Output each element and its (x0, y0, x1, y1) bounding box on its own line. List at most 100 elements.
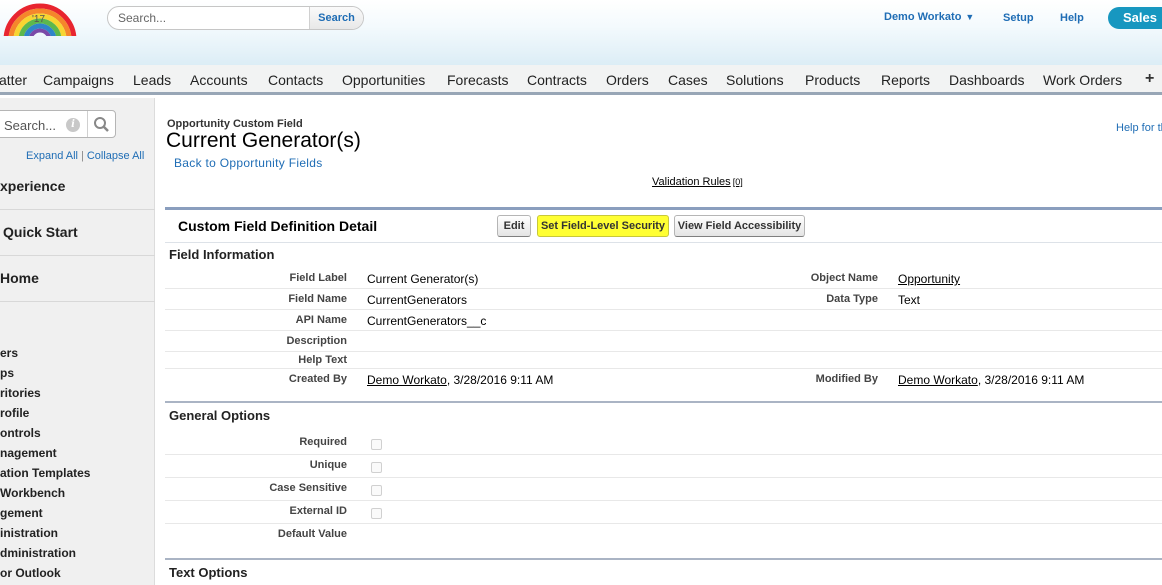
created-by-date: , 3/28/2016 9:11 AM (446, 373, 554, 387)
tab-dashboards[interactable]: Dashboards (949, 72, 1025, 88)
sidebar-section-lightning-experience[interactable]: xperience (0, 164, 155, 210)
info-icon[interactable]: i (66, 118, 80, 132)
validation-rules-link[interactable]: Validation Rules [0] (652, 176, 743, 188)
caret-down-icon: ▼ (965, 12, 975, 22)
validation-rules-count: [0] (732, 177, 743, 187)
required-checkbox (371, 439, 382, 450)
tab-cases[interactable]: Cases (668, 72, 708, 88)
sidebar-item-territories[interactable]: ritories (0, 386, 41, 400)
sidebar-item-workbench[interactable]: Workbench (0, 486, 65, 500)
tab-campaigns[interactable]: Campaigns (43, 72, 114, 88)
set-field-level-security-button[interactable]: Set Field-Level Security (537, 215, 669, 237)
detail-header: Custom Field Definition Detail Edit Set … (165, 210, 1162, 243)
tab-orders[interactable]: Orders (606, 72, 649, 88)
tab-products[interactable]: Products (805, 72, 860, 88)
created-by-user-link[interactable]: Demo Workato (367, 373, 447, 387)
setup-sidebar: i Expand All|Collapse All xperience Quic… (0, 98, 155, 585)
option-row: Required (165, 432, 1162, 455)
back-to-fields-link[interactable]: Back to Opportunity Fields (174, 156, 323, 170)
rainbow-logo[interactable]: '17 (2, 0, 78, 36)
object-name-label: Object Name (810, 272, 878, 284)
sidebar-search: i (0, 110, 116, 138)
tab-reports[interactable]: Reports (881, 72, 930, 88)
sidebar-item-controls[interactable]: ontrols (0, 426, 41, 440)
tab-opportunities[interactable]: Opportunities (342, 72, 425, 88)
tab-leads[interactable]: Leads (133, 72, 171, 88)
validation-rules-label: Validation Rules (652, 176, 731, 188)
global-search-input[interactable] (118, 11, 308, 25)
general-options-header: General Options (165, 401, 1162, 425)
user-menu-label: Demo Workato (884, 11, 962, 23)
case-sensitive-checkbox (371, 485, 382, 496)
sidebar-section-quick-start[interactable]: Quick Start (0, 210, 155, 256)
detail-title: Custom Field Definition Detail (178, 218, 378, 234)
tab-accounts[interactable]: Accounts (190, 72, 248, 88)
setup-link[interactable]: Setup (1003, 12, 1034, 24)
field-name-label: Field Name (288, 293, 347, 305)
user-menu[interactable]: Demo Workato ▼ (884, 11, 974, 23)
view-field-accessibility-button[interactable]: View Field Accessibility (674, 215, 805, 237)
tab-forecasts[interactable]: Forecasts (447, 72, 508, 88)
all-tabs-plus-icon[interactable]: + (1145, 70, 1154, 88)
section-title: Text Options (169, 565, 248, 580)
section-title: General Options (169, 408, 271, 423)
sidebar-item-outlook[interactable]: or Outlook (0, 566, 61, 580)
option-row: Case Sensitive (165, 478, 1162, 501)
sidebar-item-dministration[interactable]: dministration (0, 546, 76, 560)
sidebar-item-profile[interactable]: rofile (0, 406, 29, 420)
custom-field-detail: Custom Field Definition Detail Edit Set … (165, 207, 1162, 585)
description-label: Description (286, 335, 347, 347)
api-name-value: CurrentGenerators__c (367, 314, 487, 328)
sidebar-item-templates[interactable]: ation Templates (0, 466, 90, 480)
global-search-button[interactable]: Search (309, 7, 363, 29)
expand-all-link[interactable]: Expand All (26, 150, 78, 162)
link-separator: | (80, 150, 84, 162)
field-row: Help Text (165, 350, 1162, 369)
global-search: Search (107, 6, 364, 30)
data-type-label: Data Type (826, 293, 878, 305)
option-row: Default Value (165, 524, 1162, 547)
modified-by-value: Demo Workato, 3/28/2016 9:11 AM (898, 373, 1084, 387)
tab-solutions[interactable]: Solutions (726, 72, 784, 88)
page-title: Current Generator(s) (166, 129, 361, 152)
help-for-page-link[interactable]: Help for th (1116, 122, 1162, 134)
field-label-label: Field Label (289, 272, 347, 284)
field-row: Field Name CurrentGenerators Data Type T… (165, 289, 1162, 310)
field-information-header: Field Information (165, 245, 1162, 265)
sidebar-section-label: xperience (0, 178, 66, 194)
edit-button[interactable]: Edit (497, 215, 531, 237)
unique-checkbox (371, 462, 382, 473)
tab-chatter[interactable]: atter (0, 72, 27, 88)
external-id-checkbox (371, 508, 382, 519)
tab-work-orders[interactable]: Work Orders (1043, 72, 1122, 88)
help-link[interactable]: Help (1060, 12, 1084, 24)
sidebar-section-label: Home (0, 270, 39, 286)
collapse-all-link[interactable]: Collapse All (87, 150, 144, 162)
created-by-label: Created By (288, 373, 347, 385)
sidebar-item-administration[interactable]: inistration (0, 526, 58, 540)
expand-collapse-links: Expand All | Collapse All (26, 150, 144, 162)
api-name-label: API Name (295, 314, 347, 326)
external-id-label: External ID (289, 505, 347, 517)
tab-contacts[interactable]: Contacts (268, 72, 323, 88)
tab-contracts[interactable]: Contracts (527, 72, 587, 88)
tab-bar: atter Campaigns Leads Accounts Contacts … (0, 65, 1162, 95)
created-by-value: Demo Workato, 3/28/2016 9:11 AM (367, 373, 553, 387)
required-label: Required (299, 436, 347, 448)
field-label-value: Current Generator(s) (367, 272, 479, 286)
sidebar-item-management[interactable]: nagement (0, 446, 57, 460)
search-icon[interactable] (87, 111, 115, 137)
global-header: '17 Search Demo Workato▼ Setup Help Sale… (0, 0, 1162, 65)
field-row: Description (165, 331, 1162, 352)
sidebar-section-home[interactable]: Home (0, 256, 155, 302)
app-switcher[interactable]: Sales (1108, 7, 1162, 29)
sidebar-item-gement[interactable]: gement (0, 506, 43, 520)
sidebar-search-input[interactable] (4, 118, 64, 133)
data-type-value: Text (898, 293, 921, 307)
section-title: Field Information (169, 247, 275, 262)
sidebar-item-groups[interactable]: ps (0, 366, 14, 380)
modified-by-user-link[interactable]: Demo Workato (898, 373, 978, 387)
sidebar-section-label: Quick Start (3, 224, 78, 240)
object-name-link[interactable]: Opportunity (898, 272, 960, 286)
sidebar-item-users[interactable]: ers (0, 346, 18, 360)
